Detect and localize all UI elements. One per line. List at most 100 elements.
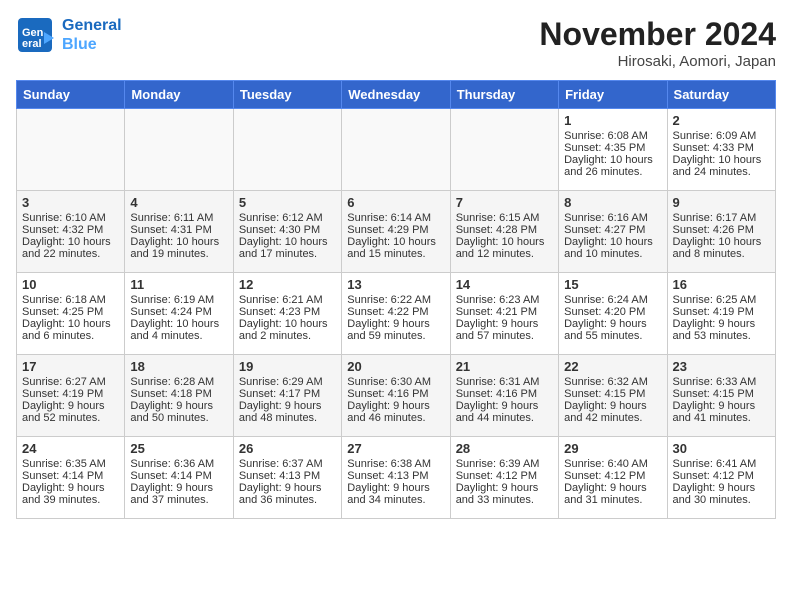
calendar-cell: 24Sunrise: 6:35 AMSunset: 4:14 PMDayligh… — [17, 437, 125, 519]
daylight-text: Daylight: 9 hours and 37 minutes. — [130, 482, 213, 506]
daylight-text: Daylight: 10 hours and 10 minutes. — [564, 236, 653, 260]
calendar-cell: 12Sunrise: 6:21 AMSunset: 4:23 PMDayligh… — [233, 273, 341, 355]
daylight-text: Daylight: 9 hours and 52 minutes. — [22, 400, 105, 424]
day-number: 18 — [130, 359, 227, 374]
sunrise-text: Sunrise: 6:16 AM — [564, 212, 648, 224]
day-number: 25 — [130, 441, 227, 456]
sunrise-text: Sunrise: 6:22 AM — [347, 294, 431, 306]
sunset-text: Sunset: 4:33 PM — [673, 142, 754, 154]
sunrise-text: Sunrise: 6:36 AM — [130, 458, 214, 470]
sunrise-text: Sunrise: 6:29 AM — [239, 376, 323, 388]
daylight-text: Daylight: 9 hours and 46 minutes. — [347, 400, 430, 424]
sunset-text: Sunset: 4:30 PM — [239, 224, 320, 236]
day-number: 12 — [239, 277, 336, 292]
daylight-text: Daylight: 10 hours and 8 minutes. — [673, 236, 762, 260]
logo-text: General Blue — [62, 16, 122, 54]
page-header: Gen eral General Blue November 2024 Hiro… — [16, 16, 776, 70]
day-number: 4 — [130, 195, 227, 210]
sunset-text: Sunset: 4:15 PM — [673, 388, 754, 400]
daylight-text: Daylight: 10 hours and 17 minutes. — [239, 236, 328, 260]
day-number: 19 — [239, 359, 336, 374]
sunset-text: Sunset: 4:24 PM — [130, 306, 211, 318]
calendar-cell: 19Sunrise: 6:29 AMSunset: 4:17 PMDayligh… — [233, 355, 341, 437]
calendar-cell — [17, 109, 125, 191]
calendar-cell: 28Sunrise: 6:39 AMSunset: 4:12 PMDayligh… — [450, 437, 558, 519]
day-number: 17 — [22, 359, 119, 374]
calendar-cell: 3Sunrise: 6:10 AMSunset: 4:32 PMDaylight… — [17, 191, 125, 273]
sunrise-text: Sunrise: 6:41 AM — [673, 458, 757, 470]
calendar-cell: 17Sunrise: 6:27 AMSunset: 4:19 PMDayligh… — [17, 355, 125, 437]
calendar-cell: 10Sunrise: 6:18 AMSunset: 4:25 PMDayligh… — [17, 273, 125, 355]
day-number: 10 — [22, 277, 119, 292]
daylight-text: Daylight: 9 hours and 57 minutes. — [456, 318, 539, 342]
daylight-text: Daylight: 9 hours and 50 minutes. — [130, 400, 213, 424]
daylight-text: Daylight: 10 hours and 19 minutes. — [130, 236, 219, 260]
calendar-cell: 5Sunrise: 6:12 AMSunset: 4:30 PMDaylight… — [233, 191, 341, 273]
day-number: 28 — [456, 441, 553, 456]
daylight-text: Daylight: 10 hours and 12 minutes. — [456, 236, 545, 260]
calendar-week-2: 3Sunrise: 6:10 AMSunset: 4:32 PMDaylight… — [17, 191, 776, 273]
sunrise-text: Sunrise: 6:23 AM — [456, 294, 540, 306]
month-title: November 2024 — [539, 16, 776, 53]
daylight-text: Daylight: 9 hours and 30 minutes. — [673, 482, 756, 506]
calendar-cell: 6Sunrise: 6:14 AMSunset: 4:29 PMDaylight… — [342, 191, 450, 273]
calendar-cell: 18 Sunrise: 6:28 AMSunset: 4:18 PMDayligh… — [125, 355, 233, 437]
day-number: 16 — [673, 277, 770, 292]
sunset-text: Sunset: 4:18 PM — [130, 388, 211, 400]
daylight-text: Daylight: 10 hours and 24 minutes. — [673, 154, 762, 178]
day-number: 27 — [347, 441, 444, 456]
daylight-text: Daylight: 9 hours and 31 minutes. — [564, 482, 647, 506]
calendar-cell: 26Sunrise: 6:37 AMSunset: 4:13 PMDayligh… — [233, 437, 341, 519]
sunrise-text: Sunrise: 6:28 AM — [130, 376, 214, 388]
daylight-text: Daylight: 9 hours and 53 minutes. — [673, 318, 756, 342]
day-number: 21 — [456, 359, 553, 374]
sunrise-text: Sunrise: 6:14 AM — [347, 212, 431, 224]
calendar-cell — [342, 109, 450, 191]
sunrise-text: Sunrise: 6:27 AM — [22, 376, 106, 388]
day-number: 11 — [130, 277, 227, 292]
sunrise-text: Sunrise: 6:39 AM — [456, 458, 540, 470]
day-number: 5 — [239, 195, 336, 210]
calendar-week-5: 24Sunrise: 6:35 AMSunset: 4:14 PMDayligh… — [17, 437, 776, 519]
calendar-cell: 8Sunrise: 6:16 AMSunset: 4:27 PMDaylight… — [559, 191, 667, 273]
daylight-text: Daylight: 9 hours and 39 minutes. — [22, 482, 105, 506]
calendar-cell: 29Sunrise: 6:40 AMSunset: 4:12 PMDayligh… — [559, 437, 667, 519]
sunset-text: Sunset: 4:21 PM — [456, 306, 537, 318]
sunrise-text: Sunrise: 6:10 AM — [22, 212, 106, 224]
day-number: 26 — [239, 441, 336, 456]
day-number: 8 — [564, 195, 661, 210]
logo: Gen eral General Blue — [16, 16, 122, 54]
sunrise-text: Sunrise: 6:32 AM — [564, 376, 648, 388]
sunset-text: Sunset: 4:29 PM — [347, 224, 428, 236]
calendar-cell: 13Sunrise: 6:22 AMSunset: 4:22 PMDayligh… — [342, 273, 450, 355]
sunset-text: Sunset: 4:26 PM — [673, 224, 754, 236]
sunrise-text: Sunrise: 6:33 AM — [673, 376, 757, 388]
daylight-text: Daylight: 9 hours and 44 minutes. — [456, 400, 539, 424]
daylight-text: Daylight: 9 hours and 48 minutes. — [239, 400, 322, 424]
header-saturday: Saturday — [667, 81, 775, 109]
daylight-text: Daylight: 9 hours and 33 minutes. — [456, 482, 539, 506]
header-friday: Friday — [559, 81, 667, 109]
sunrise-text: Sunrise: 6:08 AM — [564, 130, 648, 142]
header-sunday: Sunday — [17, 81, 125, 109]
calendar-cell: 15Sunrise: 6:24 AMSunset: 4:20 PMDayligh… — [559, 273, 667, 355]
day-number: 24 — [22, 441, 119, 456]
sunrise-text: Sunrise: 6:21 AM — [239, 294, 323, 306]
daylight-text: Daylight: 9 hours and 41 minutes. — [673, 400, 756, 424]
daylight-text: Daylight: 10 hours and 2 minutes. — [239, 318, 328, 342]
daylight-text: Daylight: 9 hours and 36 minutes. — [239, 482, 322, 506]
day-number: 9 — [673, 195, 770, 210]
sunrise-text: Sunrise: 6:25 AM — [673, 294, 757, 306]
header-thursday: Thursday — [450, 81, 558, 109]
svg-text:eral: eral — [22, 38, 42, 50]
calendar-cell: 9Sunrise: 6:17 AMSunset: 4:26 PMDaylight… — [667, 191, 775, 273]
sunset-text: Sunset: 4:14 PM — [130, 470, 211, 482]
day-number: 3 — [22, 195, 119, 210]
daylight-text: Daylight: 10 hours and 22 minutes. — [22, 236, 111, 260]
sunset-text: Sunset: 4:13 PM — [347, 470, 428, 482]
sunrise-text: Sunrise: 6:18 AM — [22, 294, 106, 306]
calendar-cell: 20Sunrise: 6:30 AMSunset: 4:16 PMDayligh… — [342, 355, 450, 437]
sunset-text: Sunset: 4:12 PM — [564, 470, 645, 482]
day-number: 2 — [673, 113, 770, 128]
calendar-cell — [125, 109, 233, 191]
